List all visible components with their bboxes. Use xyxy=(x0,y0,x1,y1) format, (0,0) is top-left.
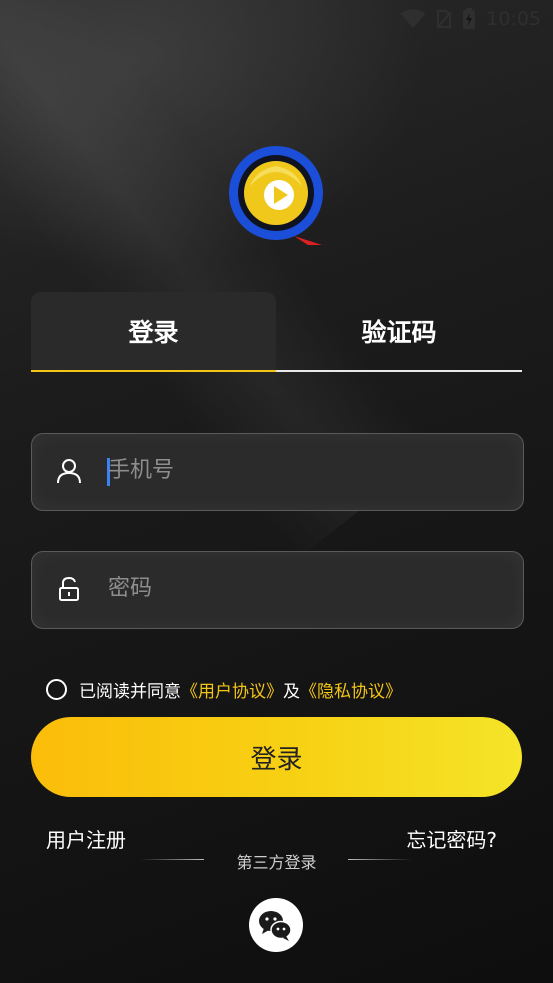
no-sim-icon xyxy=(436,10,452,29)
phone-placeholder: 手机号 xyxy=(108,458,175,483)
wechat-icon xyxy=(259,911,292,941)
tab-verification-code[interactable]: 验证码 xyxy=(276,292,522,370)
privacy-policy-link[interactable]: 《隐私协议》 xyxy=(300,677,402,702)
agreement-row: 已阅读并同意 《用户协议》 及 《隐私协议》 xyxy=(46,676,402,702)
lock-icon xyxy=(59,576,79,601)
wifi-icon xyxy=(400,9,426,28)
wechat-login-button[interactable] xyxy=(249,898,303,952)
status-bar: 10:05 xyxy=(400,6,541,32)
agreement-checkbox[interactable] xyxy=(46,678,67,700)
divider-right xyxy=(348,859,412,860)
third-party-label: 第三方登录 xyxy=(236,853,317,872)
battery-icon xyxy=(463,8,476,29)
login-screen: 10:05 登录 验证码 手机号 密码 已阅读并同意 《用户协议》 及 《隐私协… xyxy=(0,0,553,983)
tab-divider-line xyxy=(276,370,522,372)
third-party-login: 第三方登录 xyxy=(0,848,553,872)
phone-field[interactable]: 手机号 xyxy=(31,433,524,511)
agreement-joiner: 及 xyxy=(283,681,300,702)
active-tab-indicator xyxy=(31,370,276,372)
clock: 10:05 xyxy=(486,8,541,30)
app-logo xyxy=(229,146,323,245)
password-field[interactable]: 密码 xyxy=(31,551,524,629)
password-placeholder: 密码 xyxy=(108,576,153,601)
tab-password-login[interactable]: 登录 xyxy=(31,292,276,370)
login-tabs: 登录 验证码 xyxy=(31,292,522,372)
agreement-prefix: 已阅读并同意 xyxy=(79,681,181,702)
login-button[interactable]: 登录 xyxy=(31,717,522,797)
user-agreement-link[interactable]: 《用户协议》 xyxy=(181,677,283,702)
user-icon xyxy=(57,459,81,484)
